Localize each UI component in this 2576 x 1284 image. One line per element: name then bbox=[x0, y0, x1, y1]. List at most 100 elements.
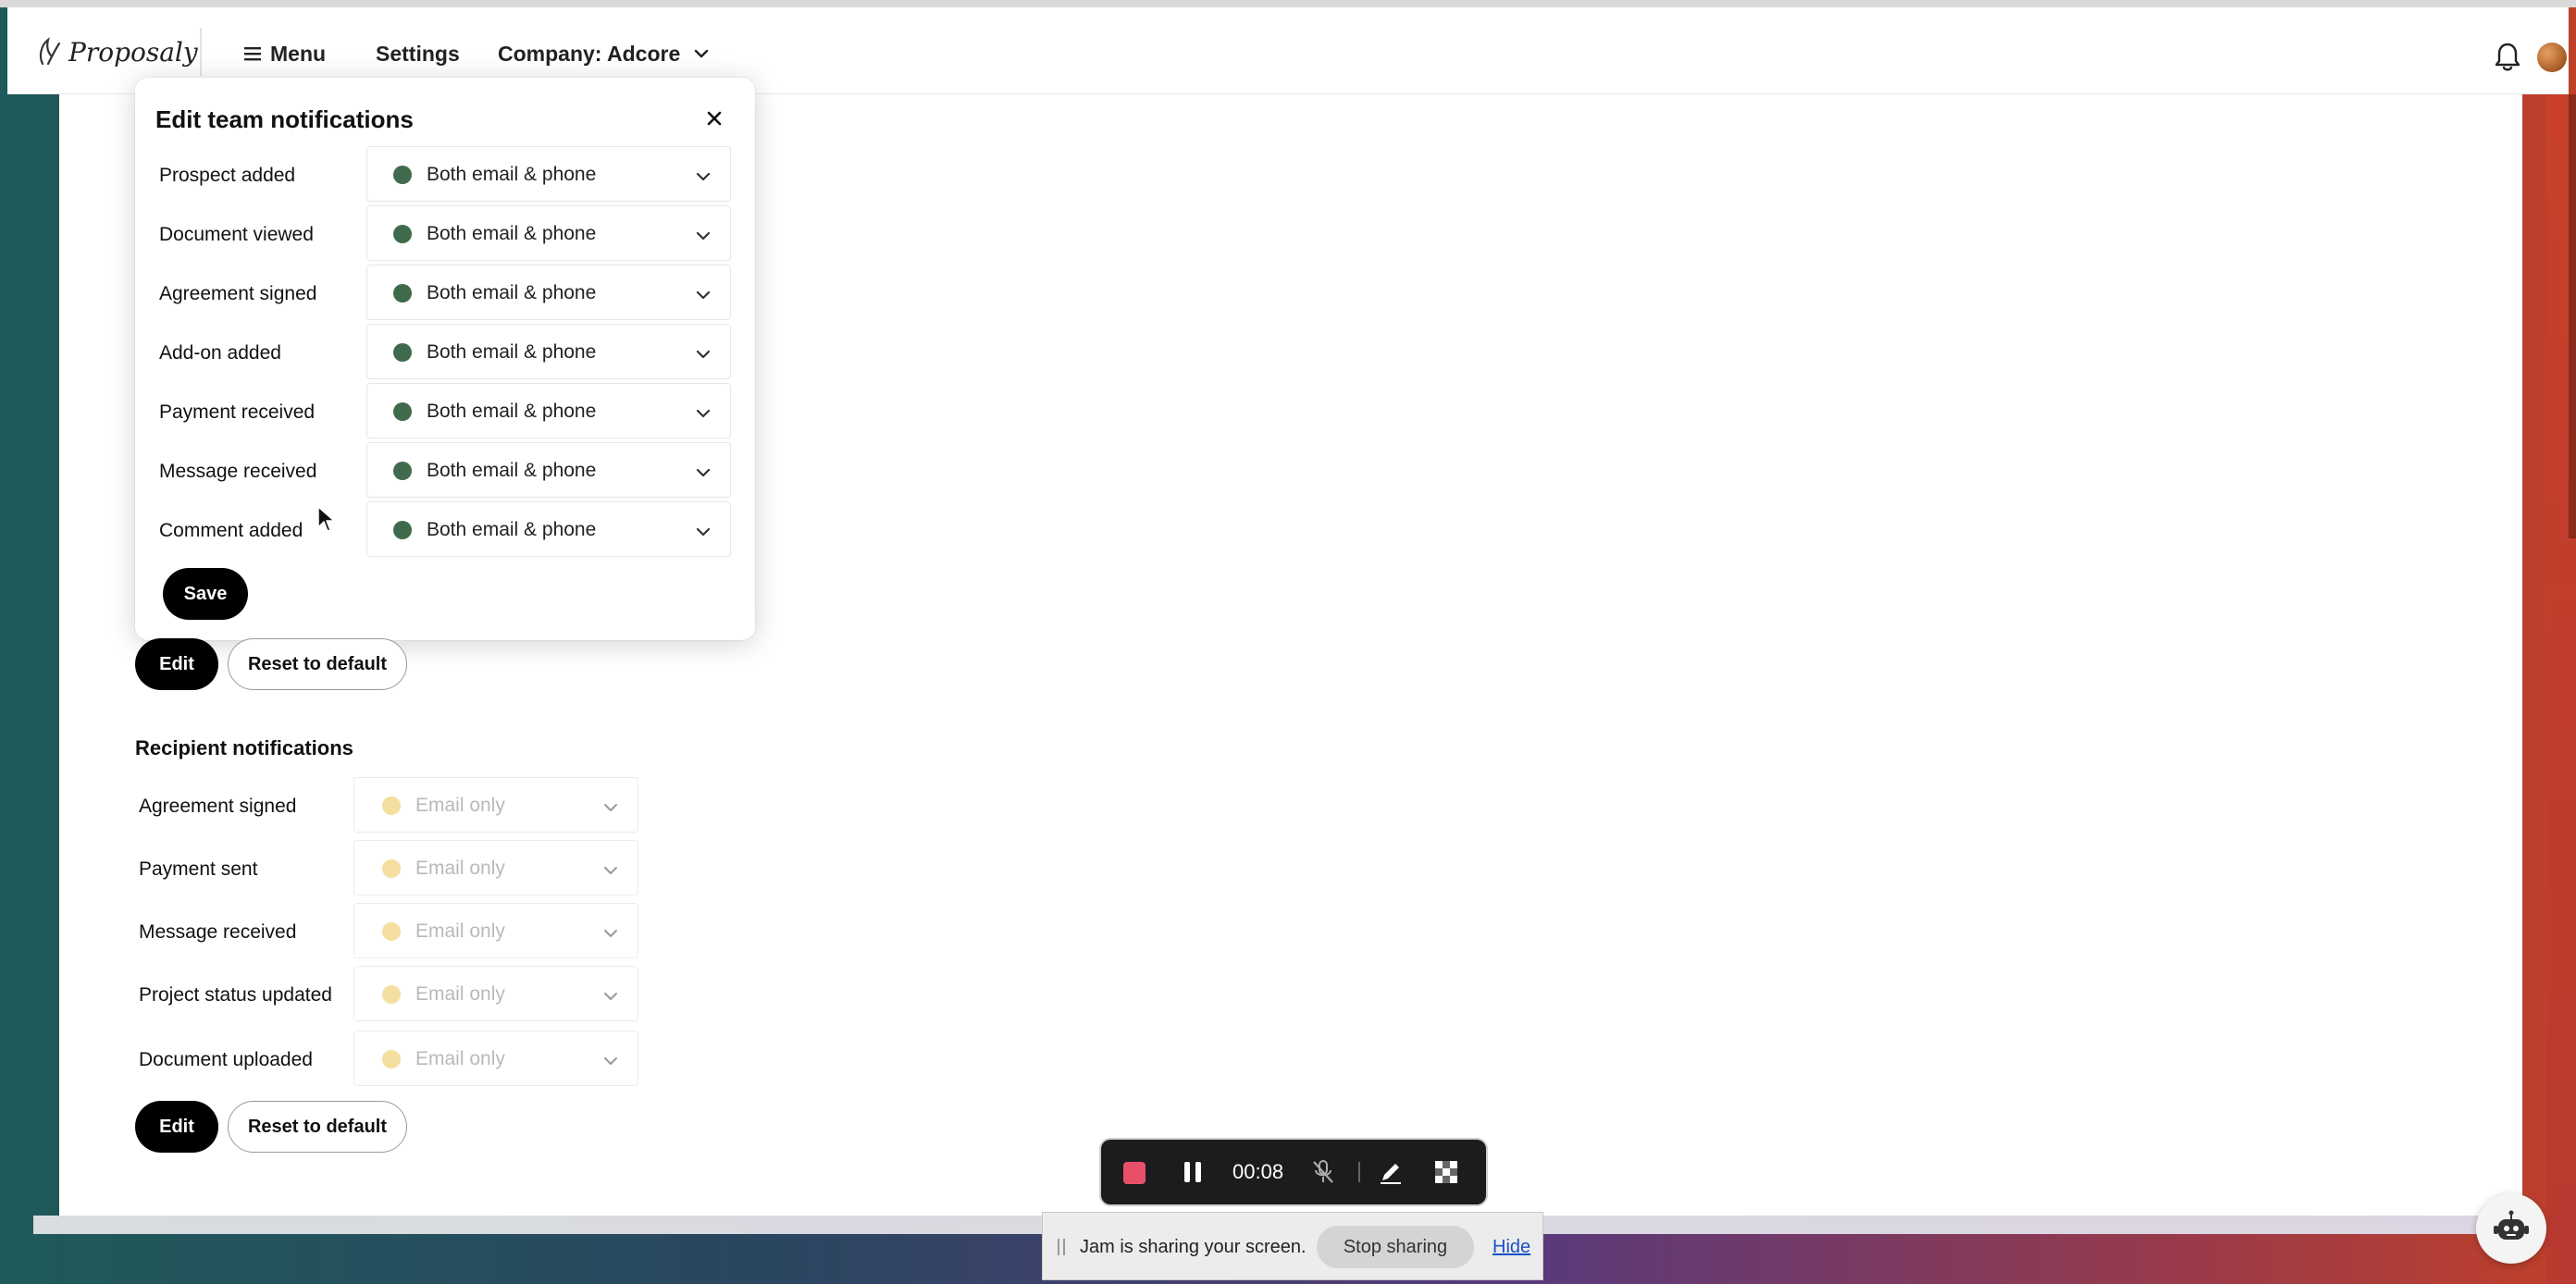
notification-row-agreement-signed: Agreement signed Both email & phone bbox=[135, 265, 755, 324]
status-dot bbox=[382, 922, 401, 941]
selected-channel: Email only bbox=[415, 858, 505, 879]
window-top-strip bbox=[0, 0, 2576, 7]
selected-channel: Both email & phone bbox=[427, 519, 597, 540]
selected-channel: Both email & phone bbox=[427, 341, 597, 363]
edit-team-notifications-modal: Edit team notifications Prospect added B… bbox=[135, 78, 755, 640]
brand-logo[interactable]: Proposaly bbox=[35, 33, 198, 70]
selected-channel: Both email & phone bbox=[427, 164, 597, 185]
chevron-down-icon bbox=[604, 1057, 617, 1065]
company-selector[interactable]: Company: Adcore bbox=[498, 35, 710, 72]
selected-channel: Both email & phone bbox=[427, 223, 597, 244]
recipient-row-document-uploaded: Document uploaded Email only bbox=[0, 1031, 648, 1088]
close-icon[interactable] bbox=[701, 105, 727, 131]
robot-icon bbox=[2494, 1210, 2529, 1240]
chevron-down-icon bbox=[696, 527, 711, 537]
recipient-row-message-received: Message received Email only bbox=[0, 903, 648, 960]
selected-channel: Both email & phone bbox=[427, 460, 597, 481]
notification-channel-select[interactable]: Both email & phone bbox=[366, 501, 731, 557]
notification-label: Message received bbox=[139, 921, 297, 943]
notification-channel-select[interactable]: Both email & phone bbox=[366, 442, 731, 498]
hamburger-icon bbox=[244, 47, 261, 61]
status-dot bbox=[393, 402, 412, 421]
pen-annotate-icon[interactable] bbox=[1377, 1158, 1405, 1186]
notification-row-prospect-added: Prospect added Both email & phone bbox=[135, 146, 755, 205]
nav-divider bbox=[200, 28, 202, 76]
selected-channel: Email only bbox=[415, 920, 505, 942]
recipient-edit-button[interactable]: Edit bbox=[135, 1101, 218, 1153]
chevron-down-icon bbox=[696, 290, 711, 300]
notification-channel-select[interactable]: Both email & phone bbox=[366, 324, 731, 379]
selected-channel: Both email & phone bbox=[427, 282, 597, 303]
blur-checker-icon[interactable] bbox=[1432, 1158, 1460, 1186]
notification-channel-select[interactable]: Both email & phone bbox=[366, 265, 731, 320]
recipient-row-project-status-updated: Project status updated Email only bbox=[0, 966, 648, 1023]
status-dot bbox=[393, 343, 412, 362]
chevron-down-icon bbox=[696, 468, 711, 477]
screen-recorder-toolbar: 00:08 bbox=[1101, 1140, 1486, 1204]
recipient-row-payment-sent: Payment sent Email only bbox=[0, 840, 648, 897]
modal-title: Edit team notifications bbox=[155, 105, 414, 133]
status-dot bbox=[382, 859, 401, 878]
status-dot bbox=[393, 284, 412, 302]
team-reset-default-button[interactable]: Reset to default bbox=[228, 638, 407, 690]
mic-muted-icon[interactable] bbox=[1310, 1158, 1336, 1186]
nav-settings-link[interactable]: Settings bbox=[376, 35, 460, 72]
chevron-down-icon bbox=[696, 350, 711, 359]
notification-bell-icon[interactable] bbox=[2493, 41, 2522, 74]
stop-recording-button[interactable] bbox=[1123, 1162, 1146, 1184]
recipient-channel-select[interactable]: Email only bbox=[353, 840, 638, 895]
pause-icon[interactable] bbox=[1183, 1160, 1203, 1184]
status-dot bbox=[382, 1050, 401, 1068]
notification-row-payment-received: Payment received Both email & phone bbox=[135, 383, 755, 442]
user-avatar[interactable] bbox=[2537, 43, 2567, 72]
notification-channel-select[interactable]: Both email & phone bbox=[366, 205, 731, 261]
chevron-down-icon bbox=[695, 49, 709, 58]
hide-link[interactable]: Hide bbox=[1492, 1237, 1530, 1258]
notification-channel-select[interactable]: Both email & phone bbox=[366, 146, 731, 202]
notification-row-document-viewed: Document viewed Both email & phone bbox=[135, 205, 755, 265]
menu-label: Menu bbox=[270, 41, 327, 66]
chevron-down-icon bbox=[604, 867, 617, 874]
recipient-channel-select[interactable]: Email only bbox=[353, 1031, 638, 1086]
menu-button[interactable]: Menu bbox=[244, 35, 326, 72]
company-label: Company: Adcore bbox=[498, 41, 681, 66]
recipient-notifications-title: Recipient notifications bbox=[135, 736, 353, 759]
recipient-channel-select[interactable]: Email only bbox=[353, 903, 638, 958]
notification-row-comment-added: Comment added Both email & phone bbox=[135, 501, 755, 561]
notification-channel-select[interactable]: Both email & phone bbox=[366, 383, 731, 438]
chevron-down-icon bbox=[604, 930, 617, 937]
save-button[interactable]: Save bbox=[163, 568, 248, 620]
notification-row-add-on-added: Add-on added Both email & phone bbox=[135, 324, 755, 383]
proposaly-logo-icon bbox=[39, 37, 61, 66]
recipient-channel-select[interactable]: Email only bbox=[353, 777, 638, 833]
status-dot bbox=[393, 521, 412, 539]
help-bot-button[interactable] bbox=[2476, 1193, 2546, 1264]
stop-sharing-button[interactable]: Stop sharing bbox=[1317, 1226, 1474, 1268]
recipient-reset-default-button[interactable]: Reset to default bbox=[228, 1101, 407, 1153]
status-dot bbox=[382, 985, 401, 1004]
notification-label: Agreement signed bbox=[159, 283, 317, 304]
page-scrollbar-thumb[interactable] bbox=[2569, 94, 2576, 538]
screen-share-bar: Jam is sharing your screen. Stop sharing… bbox=[1042, 1212, 1543, 1280]
notification-label: Project status updated bbox=[139, 984, 332, 1006]
chevron-down-icon bbox=[696, 231, 711, 241]
toolbar-separator bbox=[1358, 1162, 1360, 1182]
team-edit-button[interactable]: Edit bbox=[135, 638, 218, 690]
selected-channel: Both email & phone bbox=[427, 401, 597, 422]
brand-name: Proposaly bbox=[68, 36, 198, 68]
notification-row-message-received: Message received Both email & phone bbox=[135, 442, 755, 501]
share-message: Jam is sharing your screen. bbox=[1080, 1237, 1307, 1257]
notification-label: Payment received bbox=[159, 401, 316, 423]
status-dot bbox=[393, 225, 412, 243]
recipient-row-agreement-signed: Agreement signed Email only bbox=[0, 777, 648, 834]
drag-handle-icon[interactable] bbox=[1058, 1239, 1065, 1255]
notification-label: Prospect added bbox=[159, 165, 296, 186]
notification-label: Add-on added bbox=[159, 342, 281, 364]
status-dot bbox=[382, 796, 401, 815]
notification-label: Comment added bbox=[159, 520, 303, 541]
notification-label: Document uploaded bbox=[139, 1049, 313, 1070]
notification-label: Agreement signed bbox=[139, 796, 297, 817]
recipient-channel-select[interactable]: Email only bbox=[353, 966, 638, 1021]
selected-channel: Email only bbox=[415, 983, 505, 1005]
notification-label: Document viewed bbox=[159, 224, 314, 245]
